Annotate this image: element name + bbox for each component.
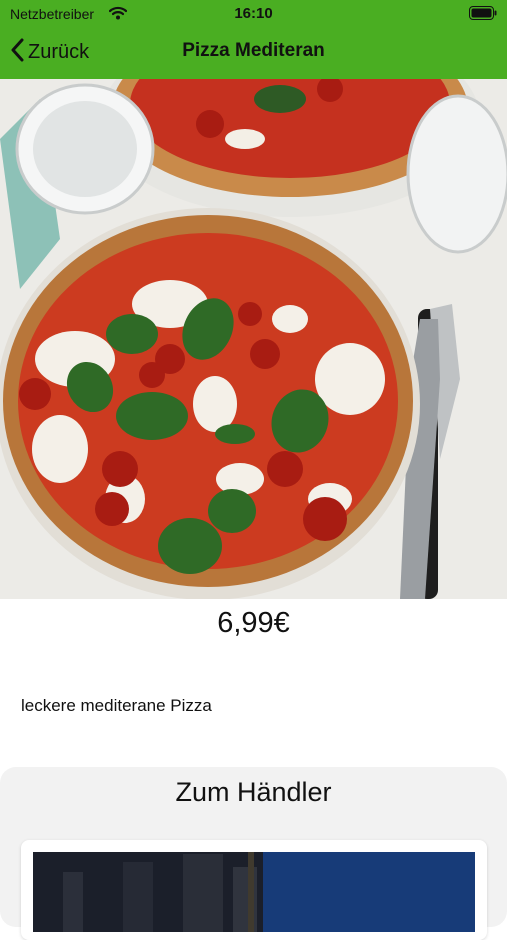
product-description: leckere mediterane Pizza bbox=[21, 696, 212, 715]
navigation-bar: Netzbetreiber 16:10 Zurück Pizza Mediter… bbox=[0, 0, 507, 79]
dealer-image bbox=[33, 852, 475, 932]
battery-icon bbox=[469, 6, 497, 25]
dealer-card[interactable] bbox=[21, 840, 487, 940]
status-bar: Netzbetreiber 16:10 bbox=[0, 0, 507, 28]
dealer-title: Zum Händler bbox=[175, 777, 332, 807]
dealer-section: Zum Händler bbox=[0, 767, 507, 940]
page-title: Pizza Mediteran bbox=[182, 40, 325, 61]
status-time: 16:10 bbox=[234, 5, 273, 22]
product-price: 6,99€ bbox=[217, 607, 290, 639]
product-image bbox=[0, 79, 507, 599]
